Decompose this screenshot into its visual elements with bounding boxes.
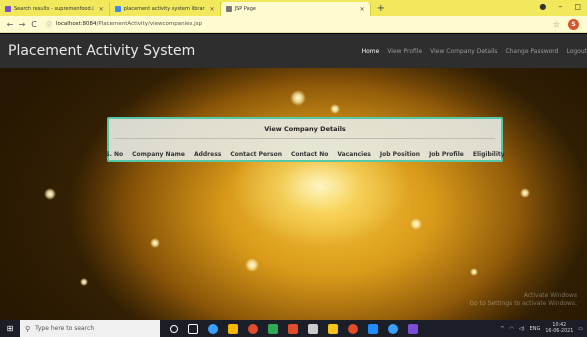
background-image: Activate Windows Go to Settings to activ…	[0, 68, 587, 320]
cortana-icon[interactable]	[170, 324, 178, 333]
column-header: Eligibility	[472, 151, 505, 158]
url-host: localhost:8084	[56, 21, 97, 27]
browser-tab-search-results[interactable]: Search results - supremenfood.i ✕	[0, 2, 110, 16]
app-icon[interactable]	[288, 323, 298, 334]
system-tray: ^ ◠ ◁) ENG 10:42 16-06-2021 ▭	[500, 320, 583, 337]
close-tab-icon[interactable]: ✕	[99, 6, 104, 13]
sparkle	[44, 188, 56, 200]
nav-view-company-details[interactable]: View Company Details	[430, 48, 497, 55]
volume-icon[interactable]: ◁)	[519, 326, 525, 332]
sparkle	[410, 218, 422, 230]
close-tab-icon[interactable]: ✕	[210, 6, 215, 13]
column-header: Contact No	[290, 151, 329, 158]
info-icon[interactable]: ⓘ	[46, 20, 52, 29]
app-icon[interactable]	[328, 323, 338, 334]
language-indicator[interactable]: ENG	[530, 326, 541, 332]
window-controls: ● – ◻	[539, 2, 581, 11]
taskbar-apps	[170, 323, 418, 334]
nav-change-password[interactable]: Change Password	[506, 48, 559, 55]
google-icon	[114, 6, 121, 12]
column-header: S. No	[105, 151, 124, 158]
app-icon[interactable]	[348, 323, 358, 334]
network-icon[interactable]: ◠	[509, 326, 513, 332]
sparkle	[245, 258, 259, 272]
column-header: Vacancies	[337, 151, 371, 158]
browser-tab-jsp-page[interactable]: JSP Page ✕	[220, 2, 371, 16]
page-icon	[225, 6, 232, 12]
nav-home[interactable]: Home	[362, 48, 380, 55]
url-path: /PlacementActivity/viewcompanies.jsp	[96, 21, 203, 27]
sparkle	[80, 278, 88, 286]
browser-tab-google[interactable]: placement activity system librar ✕	[110, 2, 221, 16]
app-icon[interactable]	[268, 323, 278, 334]
activate-windows-watermark: Activate Windows Go to Settings to activ…	[470, 292, 577, 308]
task-view-icon[interactable]	[188, 323, 198, 334]
profile-avatar[interactable]: S	[568, 19, 579, 30]
sparkle	[520, 188, 530, 198]
search-icon: ⚲	[25, 324, 31, 333]
maximize-button[interactable]: ◻	[574, 2, 581, 11]
new-tab-button[interactable]: +	[371, 2, 391, 16]
url-field[interactable]: ⓘ localhost:8084 /PlacementActivity/view…	[46, 20, 202, 29]
address-bar: ← → C ⓘ localhost:8084 /PlacementActivit…	[0, 16, 587, 33]
clock-date: 16-06-2021	[545, 328, 574, 334]
tab-label: JSP Page	[234, 6, 256, 12]
clock[interactable]: 10:42 16-06-2021	[545, 323, 573, 335]
browser-tab-strip: Search results - supremenfood.i ✕ placem…	[0, 0, 587, 16]
forward-button[interactable]: →	[16, 20, 28, 29]
column-header: Job Profile	[429, 151, 464, 158]
divider	[115, 138, 495, 139]
site-brand[interactable]: Placement Activity System	[0, 43, 195, 59]
tab-label: placement activity system librar	[123, 6, 205, 12]
column-header: Job Position	[379, 151, 421, 158]
notifications-icon[interactable]: ▭	[578, 326, 583, 332]
app-icon[interactable]	[308, 323, 318, 334]
site-nav: Home View Profile View Company Details C…	[362, 34, 587, 68]
search-placeholder: Type here to search	[35, 325, 95, 332]
table-header-row: S. No Company Name Address Contact Perso…	[105, 151, 504, 158]
windows-taskbar: ⊞ ⚲ Type here to search ^ ◠ ◁) ENG 10:42…	[0, 320, 587, 337]
nav-logout[interactable]: Logout	[566, 48, 587, 55]
record-icon[interactable]: ●	[539, 2, 546, 11]
taskbar-search-input[interactable]: ⚲ Type here to search	[20, 320, 160, 337]
app-icon[interactable]	[388, 323, 398, 334]
column-header: Company Name	[132, 151, 185, 158]
sparkle	[150, 238, 160, 248]
site-header: Placement Activity System Home View Prof…	[0, 34, 587, 68]
bookmark-star-icon[interactable]: ☆	[553, 20, 560, 29]
file-explorer-icon[interactable]	[228, 323, 238, 334]
sparkle	[290, 90, 306, 106]
watermark-line2: Go to Settings to activate Windows.	[469, 300, 577, 307]
app-icon[interactable]	[408, 323, 418, 334]
tray-chevron-icon[interactable]: ^	[500, 326, 504, 332]
sparkle	[330, 104, 340, 114]
close-tab-icon[interactable]: ✕	[360, 6, 365, 13]
watermark-line1: Activate Windows	[523, 292, 577, 299]
sparkle	[470, 268, 478, 276]
company-details-panel: View Company Details S. No Company Name …	[105, 117, 505, 162]
column-header: Contact Person	[230, 151, 282, 158]
back-button[interactable]: ←	[4, 20, 16, 29]
minimize-button[interactable]: –	[558, 2, 562, 11]
chrome-icon[interactable]	[248, 323, 258, 334]
panel-title: View Company Details	[264, 125, 346, 133]
windows-start-icon[interactable]: ⊞	[0, 324, 20, 333]
app-icon[interactable]	[368, 323, 378, 334]
edge-icon[interactable]	[208, 323, 218, 334]
reload-button[interactable]: C	[28, 20, 40, 29]
nav-view-profile[interactable]: View Profile	[387, 48, 422, 55]
column-header: Address	[193, 151, 222, 158]
favicon-icon	[5, 6, 11, 12]
tab-label: Search results - supremenfood.i	[14, 6, 94, 12]
